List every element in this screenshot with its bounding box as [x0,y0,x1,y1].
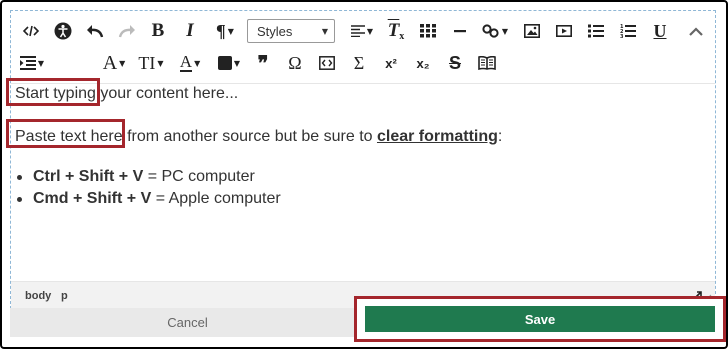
clear-formatting-link[interactable]: clear formatting [377,128,498,145]
horizontal-line-icon[interactable] [449,17,471,45]
math-equation-icon[interactable]: Σ [347,49,371,77]
blockquote-icon[interactable]: ❞ [251,49,275,77]
book-icon[interactable] [475,49,499,77]
accessibility-icon[interactable] [51,17,75,45]
rich-text-editor: B I ¶ ▼ Styles ▼ ▼ Tx ▼ 1 2 3 U ▼ A ▼ TI… [10,10,716,309]
special-character-icon[interactable]: Ω [283,49,307,77]
path-p[interactable]: p [61,290,68,302]
content-paragraph-2: Paste text here from another source but … [15,128,503,145]
start-typing-text: Start typing [15,85,96,102]
link-icon[interactable]: ▼ [481,17,509,45]
redo-icon[interactable] [115,17,139,45]
bold-icon[interactable]: B [147,17,169,45]
text-color-icon[interactable]: A ▼ [177,49,203,77]
font-family-icon[interactable]: A ▼ [101,49,127,77]
clear-formatting-icon[interactable]: Tx [385,17,407,45]
list-item: Cmd + Shift + V = Apple computer [15,188,281,210]
strikethrough-icon[interactable]: S [443,49,467,77]
chevron-down-icon: ▼ [321,27,328,36]
indent-icon[interactable]: ▼ [17,49,47,77]
undo-icon[interactable] [83,17,107,45]
editor-toolbar: B I ¶ ▼ Styles ▼ ▼ Tx ▼ 1 2 3 U ▼ A ▼ TI… [11,11,715,83]
video-icon[interactable] [553,17,575,45]
bulleted-list-icon[interactable] [585,17,607,45]
editor-content-area[interactable]: Start typing your content here... Paste … [11,84,715,281]
subscript-icon[interactable]: x₂ [411,49,435,77]
paragraph-format-icon[interactable]: ¶ ▼ [211,17,239,45]
shortcut-list: Ctrl + Shift + V = PC computer Cmd + Shi… [15,166,281,210]
save-highlight: Save [354,296,726,342]
collapse-toolbar-icon[interactable] [685,17,707,45]
table-icon[interactable] [417,17,439,45]
list-item: Ctrl + Shift + V = PC computer [15,166,281,188]
background-color-icon[interactable]: ▼ [215,49,243,77]
superscript-icon[interactable]: x² [379,49,403,77]
svg-text:3: 3 [620,34,624,39]
cancel-button[interactable]: Cancel [10,308,365,337]
paste-text-here-text: Paste text here [15,128,123,145]
embed-code-icon[interactable] [315,49,339,77]
underline-icon[interactable]: U [649,17,671,45]
align-icon[interactable]: ▼ [349,17,375,45]
path-body[interactable]: body [25,290,51,302]
font-size-icon[interactable]: TI ▼ [137,49,165,77]
image-icon[interactable] [521,17,543,45]
content-paragraph-1: Start typing your content here... [15,85,239,102]
save-button[interactable]: Save [365,306,715,332]
editor-dialog: B I ¶ ▼ Styles ▼ ▼ Tx ▼ 1 2 3 U ▼ A ▼ TI… [0,0,728,349]
styles-dropdown[interactable]: Styles ▼ [247,19,335,43]
dialog-footer: Cancel Save [10,296,726,342]
styles-dropdown-label: Styles [257,23,293,39]
numbered-list-icon[interactable]: 123 [617,17,639,45]
source-code-icon[interactable] [19,17,43,45]
italic-icon[interactable]: I [179,17,201,45]
